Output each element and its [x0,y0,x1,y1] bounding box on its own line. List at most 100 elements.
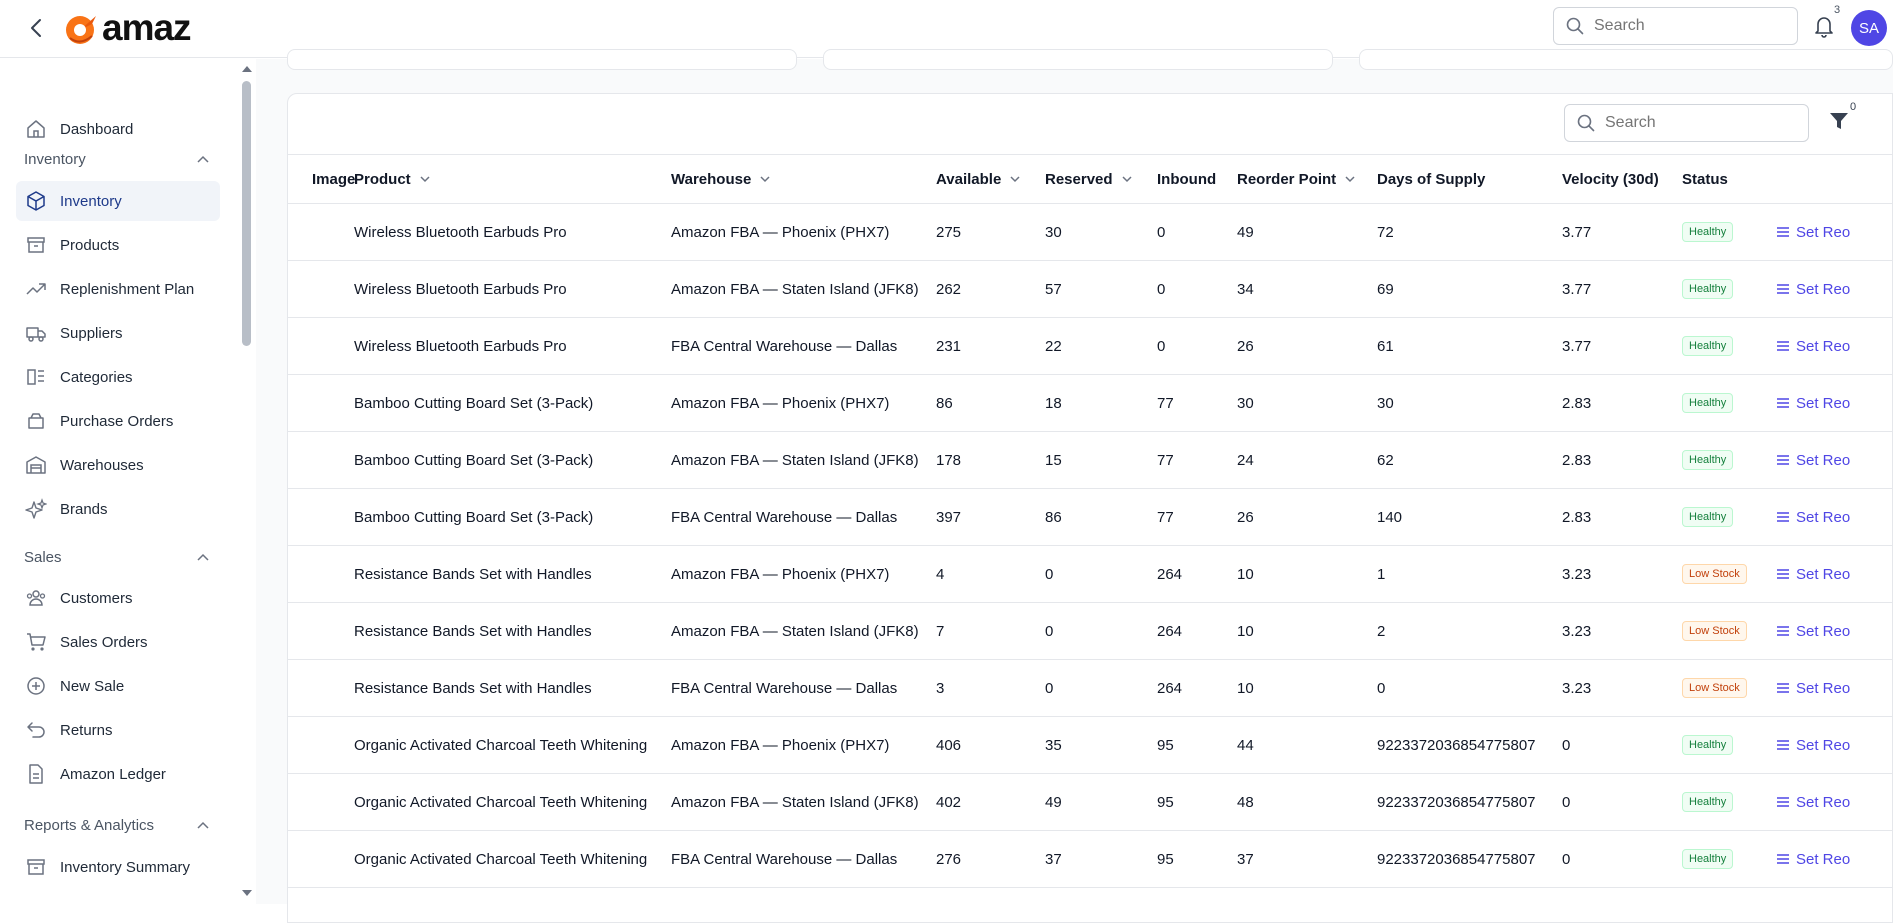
sidebar-item-warehouses[interactable]: Warehouses [16,445,220,485]
table-row[interactable]: Bamboo Cutting Board Set (3-Pack) FBA Cen… [288,489,1892,546]
cell-status: Healthy [1682,432,1776,489]
sidebar-item-label: Categories [60,368,133,386]
set-reorder-button[interactable]: Set Reo [1776,737,1892,754]
app-logo[interactable]: amaz [62,7,192,48]
avatar[interactable]: SA [1851,10,1887,46]
set-reorder-label: Set Reo [1796,850,1851,868]
sidebar-item-products[interactable]: Products [16,225,220,265]
back-button[interactable] [22,14,50,42]
cell-days-of-supply: 9223372036854775807 [1377,850,1536,868]
sidebar-item-amazon-ledger[interactable]: Amazon Ledger [16,754,220,794]
sidebar-item-purchase-orders[interactable]: Purchase Orders [16,401,220,441]
set-reorder-button[interactable]: Set Reo [1776,623,1892,640]
cell-inbound: 95 [1157,850,1174,868]
table-row[interactable]: Resistance Bands Set with Handles Amazon … [288,546,1892,603]
table-search-input[interactable] [1605,114,1775,132]
column-header-warehouse[interactable]: Warehouse [671,155,936,204]
cell-velocity: 3.23 [1562,679,1592,697]
global-search[interactable] [1553,7,1798,45]
sidebar-item-label: New Sale [60,677,125,695]
sidebar-item-label: Purchase Orders [60,412,174,430]
cell-inbound: 264 [1157,679,1183,697]
column-header-reorder-point[interactable]: Reorder Point [1237,155,1377,204]
set-reorder-button[interactable]: Set Reo [1776,337,1892,355]
set-reorder-label: Set Reo [1796,394,1851,412]
cell-warehouse: FBA Central Warehouse — Dallas [671,679,898,697]
plus-circle-icon [24,674,48,698]
scroll-down-arrow-icon[interactable] [240,889,254,899]
chevron-up-icon [197,155,209,163]
cell-reorder-point: 10 [1237,622,1254,640]
notifications-button[interactable] [1812,13,1838,41]
set-reorder-button[interactable]: Set Reo [1776,394,1892,412]
status-badge: Healthy [1682,336,1734,356]
cell-product: Wireless Bluetooth Earbuds Pro [354,337,567,355]
sidebar-item-customers[interactable]: Customers [16,578,220,618]
set-reorder-button[interactable]: Set Reo [1776,280,1892,298]
set-reorder-label: Set Reo [1796,337,1851,355]
cell-reorder-point: 44 [1237,736,1254,754]
set-reorder-button[interactable]: Set Reo [1776,224,1892,241]
cell-status: Healthy [1682,489,1776,546]
table-row[interactable]: Organic Activated Charcoal Teeth Whiteni… [288,831,1892,888]
sidebar-item-new-sale[interactable]: New Sale [16,666,220,706]
set-reorder-button[interactable]: Set Reo [1776,452,1892,469]
sidebar-item-replenishment-plan[interactable]: Replenishment Plan [16,269,220,309]
table-row[interactable]: Bamboo Cutting Board Set (3-Pack) Amazon … [288,375,1892,432]
table-row[interactable]: Resistance Bands Set with Handles Amazon … [288,603,1892,660]
table-row[interactable]: Organic Activated Charcoal Teeth Whiteni… [288,717,1892,774]
sidebar-item-inventory-summary[interactable]: Inventory Summary [16,847,220,887]
column-header-available[interactable]: Available [936,155,1045,204]
cell-reorder-point: 37 [1237,850,1254,868]
column-header-image: Image [312,170,356,188]
set-reorder-button[interactable]: Set Reo [1776,793,1892,811]
cell-available: 3 [936,679,945,697]
cell-warehouse: Amazon FBA — Phoenix (PHX7) [671,736,890,754]
column-header-reserved[interactable]: Reserved [1045,155,1157,204]
list-icon [1777,227,1789,237]
chevron-down-icon [1122,176,1132,183]
section-reports-toggle[interactable]: Reports & Analytics [24,813,210,837]
cell-inbound: 0 [1157,337,1166,355]
cell-reorder-point: 26 [1237,337,1254,355]
scroll-thumb[interactable] [242,81,251,346]
sidebar-item-dashboard[interactable]: Dashboard [16,109,220,149]
cell-days-of-supply: 2 [1377,622,1386,640]
table-row[interactable]: Bamboo Cutting Board Set (3-Pack) Amazon … [288,432,1892,489]
table-search[interactable] [1564,104,1809,142]
list-icon [1777,512,1789,522]
section-inventory-toggle[interactable]: Inventory [24,147,210,171]
notification-count: 3 [1834,4,1841,16]
set-reorder-label: Set Reo [1796,280,1851,298]
set-reorder-button[interactable]: Set Reo [1776,680,1892,697]
sidebar-item-inventory[interactable]: Inventory [16,181,220,221]
table-row[interactable]: Resistance Bands Set with Handles FBA Cen… [288,660,1892,717]
set-reorder-button[interactable]: Set Reo [1776,509,1892,526]
set-reorder-button[interactable]: Set Reo [1776,566,1892,583]
set-reorder-label: Set Reo [1796,793,1851,811]
cell-warehouse: FBA Central Warehouse — Dallas [671,337,898,355]
cell-product: Resistance Bands Set with Handles [354,565,592,583]
sidebar-item-categories[interactable]: Categories [16,357,220,397]
cell-inbound: 264 [1157,622,1183,640]
filter-button[interactable] [1828,106,1868,136]
global-search-input[interactable] [1594,17,1764,35]
cell-product: Wireless Bluetooth Earbuds Pro [354,223,567,241]
sidebar-item-returns[interactable]: Returns [16,710,220,750]
sidebar-scrollbar[interactable] [240,59,254,904]
table-row[interactable]: Wireless Bluetooth Earbuds Pro Amazon FBA… [288,204,1892,261]
table-row[interactable]: Organic Activated Charcoal Teeth Whiteni… [288,774,1892,831]
column-header-product[interactable]: Product [354,155,671,204]
scroll-up-arrow-icon[interactable] [240,63,254,73]
cell-product: Resistance Bands Set with Handles [354,679,592,697]
sidebar-item-sales-orders[interactable]: Sales Orders [16,622,220,662]
table-row[interactable]: Wireless Bluetooth Earbuds Pro Amazon FBA… [288,261,1892,318]
section-sales-toggle[interactable]: Sales [24,545,210,569]
set-reorder-button[interactable]: Set Reo [1776,850,1892,868]
table-row[interactable]: Wireless Bluetooth Earbuds Pro FBA Centra… [288,318,1892,375]
cell-inbound: 95 [1157,736,1174,754]
sidebar-item-brands[interactable]: Brands [16,489,220,529]
cell-available: 406 [936,736,962,754]
sidebar-item-suppliers[interactable]: Suppliers [16,313,220,353]
cell-product: Wireless Bluetooth Earbuds Pro [354,280,567,298]
